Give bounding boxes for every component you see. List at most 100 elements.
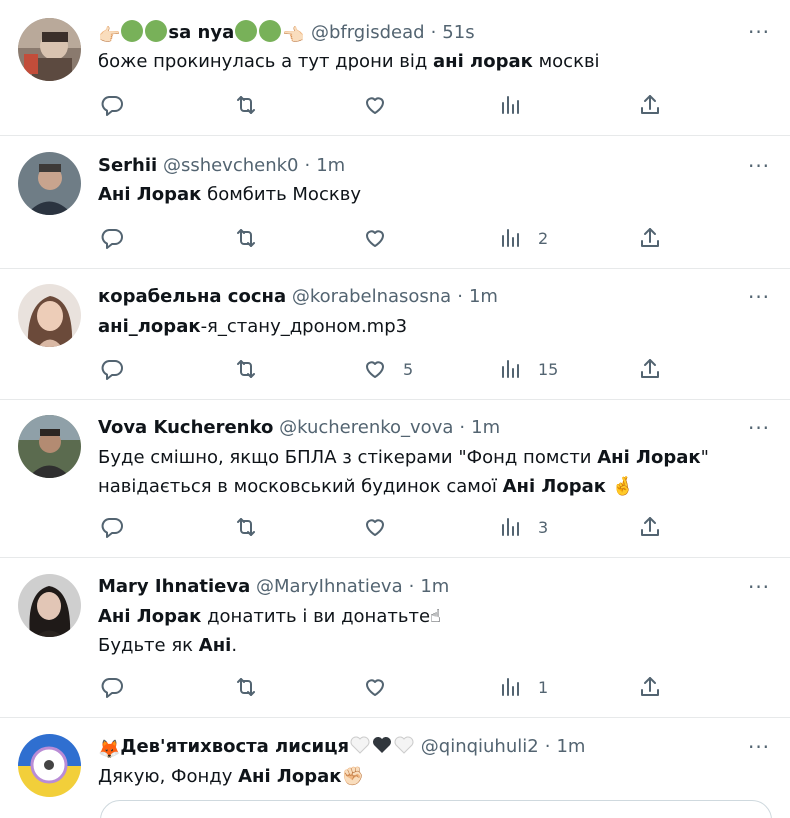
reply-button[interactable]: [100, 225, 140, 251]
timestamp[interactable]: 1m: [471, 417, 500, 438]
handle[interactable]: @sshevchenk0: [163, 155, 299, 176]
like-icon: [366, 230, 384, 247]
display-name[interactable]: Serhii: [98, 155, 157, 176]
retweet-button[interactable]: [234, 92, 274, 118]
retweet-button[interactable]: [234, 514, 274, 540]
handle[interactable]: @bfrgisdead: [311, 22, 425, 43]
views-icon: [502, 96, 519, 114]
timestamp[interactable]: 51s: [442, 22, 474, 43]
share-button[interactable]: [638, 674, 662, 700]
tweet-header: Mary Ihnatieva @MaryIhnatieva · 1m: [98, 575, 449, 599]
highlight-text: ані_лорак: [98, 316, 201, 337]
retweet-button[interactable]: [234, 225, 274, 251]
separator-dot: ·: [304, 155, 311, 176]
tweet[interactable]: Vova Kucherenko @kucherenko_vova · 1m ··· …: [0, 400, 790, 558]
like-icon: [366, 679, 384, 696]
reply-icon: [101, 96, 123, 116]
more-icon[interactable]: ···: [748, 735, 770, 759]
like-button[interactable]: 5: [363, 356, 413, 382]
tweet[interactable]: корабельна сосна @korabelnasosna · 1m ··· …: [0, 269, 790, 400]
timestamp[interactable]: 1m: [420, 576, 449, 597]
reply-button[interactable]: [100, 92, 140, 118]
tweet-actions: 3: [98, 514, 678, 540]
separator-dot: ·: [544, 736, 551, 757]
separator-dot: ·: [430, 22, 437, 43]
handle[interactable]: @MaryIhnatieva: [256, 576, 403, 597]
handle[interactable]: @qinqiuhuli2: [421, 736, 539, 757]
text-segment: боже прокинулась а тут дрони від: [98, 51, 434, 72]
share-button[interactable]: [638, 356, 662, 382]
display-name[interactable]: Mary Ihnatieva: [98, 576, 250, 597]
views-button[interactable]: 2: [498, 225, 548, 251]
like-button[interactable]: [363, 514, 403, 540]
avatar[interactable]: [18, 152, 81, 215]
timestamp[interactable]: 1m: [316, 155, 345, 176]
reply-button[interactable]: [100, 356, 140, 382]
avatar[interactable]: [18, 734, 81, 797]
retweet-icon: [237, 360, 255, 378]
tweet-actions: 1: [98, 674, 678, 700]
tweet-header: Vova Kucherenko @kucherenko_vova · 1m: [98, 416, 500, 440]
more-icon[interactable]: ···: [748, 575, 770, 599]
text-segment: Дякую, Фонду: [98, 766, 239, 787]
more-icon[interactable]: ···: [748, 416, 770, 440]
tweet-header: Serhii @sshevchenk0 · 1m: [98, 154, 345, 178]
avatar[interactable]: [18, 574, 81, 637]
display-name[interactable]: Vova Kucherenko: [98, 417, 273, 438]
reply-icon: [101, 360, 123, 380]
handle[interactable]: @korabelnasosna: [292, 286, 451, 307]
tweet[interactable]: Mary Ihnatieva @MaryIhnatieva · 1m ··· Ані…: [0, 558, 790, 718]
fox-emoji-icon: 🦊: [98, 739, 121, 760]
tweet[interactable]: Serhii @sshevchenk0 · 1m ··· Ані Лорак бом…: [0, 136, 790, 269]
retweet-icon: [237, 96, 255, 114]
share-icon: [641, 359, 659, 378]
more-icon[interactable]: ···: [748, 285, 770, 309]
views-button[interactable]: [498, 92, 538, 118]
views-count: 15: [538, 359, 559, 379]
views-button[interactable]: 1: [498, 674, 548, 700]
separator-dot: ·: [459, 417, 466, 438]
tweet-text: Ані Лорак бомбить Москву: [98, 180, 758, 209]
text-segment: ✊🏻: [341, 766, 364, 787]
avatar[interactable]: [18, 415, 81, 478]
display-name[interactable]: 🦊Дев'ятихвоста лисиця: [98, 736, 415, 760]
like-button[interactable]: [363, 225, 403, 251]
hand-left-emoji-icon: 👉🏻: [98, 25, 121, 46]
views-count: 3: [538, 517, 549, 537]
like-icon: [366, 519, 384, 536]
text-segment: -я_стану_дроном.mp3: [200, 316, 408, 337]
reply-button[interactable]: [100, 514, 140, 540]
timestamp[interactable]: 1m: [556, 736, 585, 757]
timestamp[interactable]: 1m: [469, 286, 498, 307]
tweet[interactable]: 👉🏻 sa nya 👈🏻 @bfrgisdead · 51s ··· боже прок…: [0, 0, 790, 136]
like-button[interactable]: [363, 92, 403, 118]
like-button[interactable]: [363, 674, 403, 700]
separator-dot: ·: [408, 576, 415, 597]
text-segment: москві: [532, 51, 600, 72]
reply-icon: [101, 678, 123, 698]
share-button[interactable]: [638, 92, 662, 118]
reply-button[interactable]: [100, 674, 140, 700]
highlight-text: Ані Лорак: [98, 606, 202, 627]
retweet-button[interactable]: [234, 674, 274, 700]
tweet-text: Ані Лорак донатить і ви донатьте☝ Будьте…: [98, 602, 758, 660]
black-heart-icon: [373, 737, 392, 753]
display-name[interactable]: корабельна сосна: [98, 286, 286, 307]
views-count: 1: [538, 677, 549, 697]
views-button[interactable]: 15: [498, 356, 558, 382]
handle[interactable]: @kucherenko_vova: [279, 417, 453, 438]
display-name[interactable]: 👉🏻 sa nya 👈🏻: [98, 20, 311, 46]
retweet-button[interactable]: [234, 356, 274, 382]
more-icon[interactable]: ···: [748, 20, 770, 44]
text-segment: .: [231, 635, 238, 656]
share-button[interactable]: [638, 225, 662, 251]
share-button[interactable]: [638, 514, 662, 540]
highlight-text: Ані Лорак: [502, 476, 606, 497]
avatar[interactable]: [18, 284, 81, 347]
green-circle-icon: [235, 20, 258, 42]
like-icon: [366, 361, 384, 378]
avatar[interactable]: [18, 18, 81, 81]
views-button[interactable]: 3: [498, 514, 548, 540]
reply-composer-edge[interactable]: [100, 800, 772, 818]
more-icon[interactable]: ···: [748, 154, 770, 178]
